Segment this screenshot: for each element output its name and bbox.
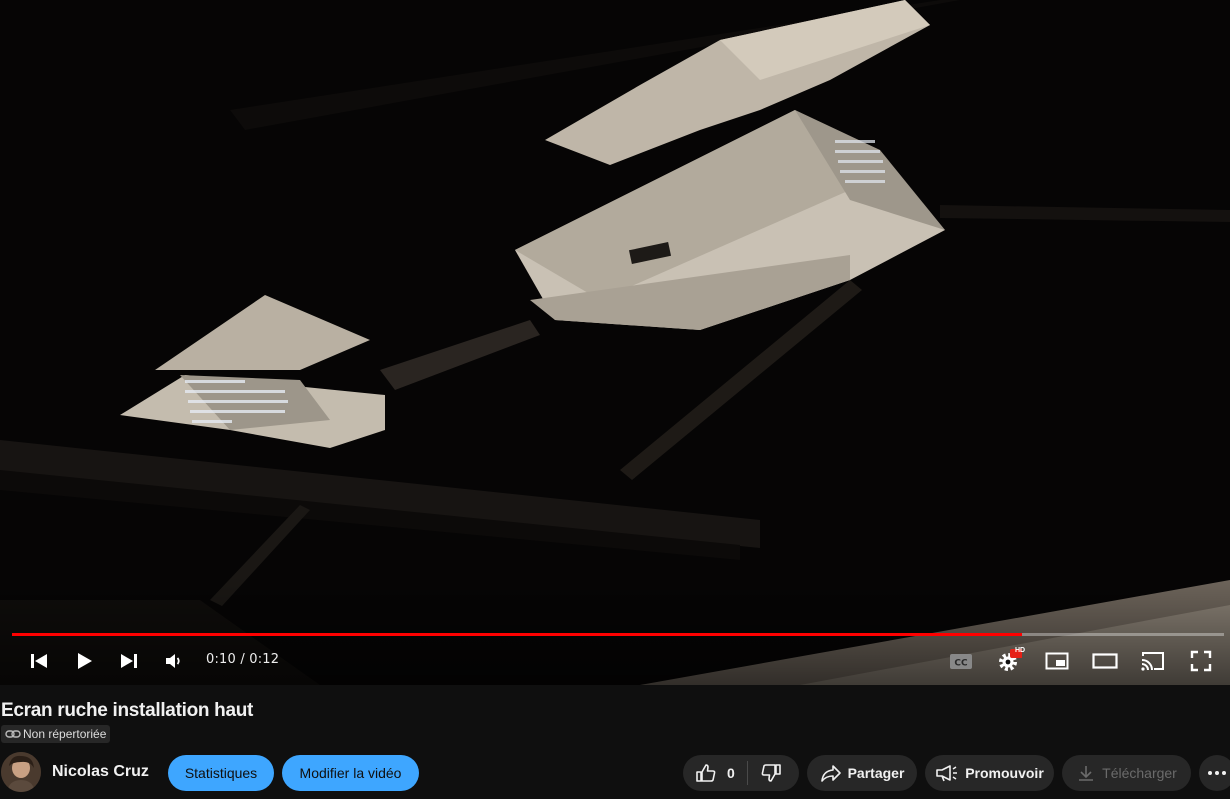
cast-icon: [1141, 652, 1164, 671]
more-horizontal-icon: [1208, 771, 1226, 775]
like-button[interactable]: 0: [695, 762, 735, 784]
svg-text:CC: CC: [954, 659, 968, 669]
like-divider: [746, 761, 748, 785]
fullscreen-icon: [1190, 650, 1212, 672]
progress-bar[interactable]: [12, 633, 1224, 636]
miniplayer-button[interactable]: [1041, 646, 1073, 676]
captions-button[interactable]: CC: [945, 646, 977, 676]
settings-button[interactable]: HD: [993, 646, 1025, 676]
hd-badge: HD: [1015, 647, 1026, 654]
share-button[interactable]: Partager: [807, 755, 917, 791]
statistics-button[interactable]: Statistiques: [168, 755, 274, 791]
play-button[interactable]: [68, 646, 100, 676]
theater-icon: [1092, 653, 1118, 669]
edit-video-label: Modifier la vidéo: [299, 765, 402, 781]
previous-button[interactable]: [23, 646, 55, 676]
statistics-label: Statistiques: [184, 765, 258, 781]
share-icon: [820, 765, 841, 782]
channel-avatar[interactable]: [1, 752, 41, 792]
next-icon: [121, 654, 137, 668]
promote-button[interactable]: Promouvoir: [925, 755, 1054, 791]
download-label: Télécharger: [1102, 765, 1177, 781]
time-display: 0:10 / 0:12: [206, 652, 280, 667]
dislike-button[interactable]: [760, 762, 782, 784]
captions-icon: CC: [950, 654, 972, 669]
megaphone-icon: [936, 765, 958, 782]
progress-fill: [12, 633, 1022, 636]
share-label: Partager: [847, 765, 905, 781]
visibility-badge: Non répertoriée: [1, 725, 111, 743]
next-button[interactable]: [113, 646, 145, 676]
play-icon: [78, 653, 92, 669]
video-player[interactable]: 0:10 / 0:12 CC HD: [0, 0, 1230, 685]
edit-video-button[interactable]: Modifier la vidéo: [282, 755, 419, 791]
visibility-label: Non répertoriée: [23, 727, 107, 741]
fullscreen-button[interactable]: [1185, 646, 1217, 676]
cast-button[interactable]: [1137, 646, 1169, 676]
channel-name[interactable]: Nicolas Cruz: [52, 763, 149, 781]
miniplayer-icon: [1045, 652, 1069, 670]
promote-label: Promouvoir: [965, 765, 1044, 781]
download-icon: [1079, 766, 1094, 781]
like-dislike-group: 0: [683, 755, 799, 791]
theater-button[interactable]: [1089, 646, 1121, 676]
link-icon: [5, 730, 21, 738]
like-count: 0: [727, 765, 735, 781]
previous-icon: [31, 654, 47, 668]
thumbs-down-icon: [761, 764, 781, 782]
download-button[interactable]: Télécharger: [1062, 755, 1191, 791]
avatar-image: [1, 752, 41, 792]
volume-button[interactable]: [158, 646, 190, 676]
thumbs-up-icon: [696, 764, 716, 782]
volume-icon: [166, 654, 180, 668]
more-actions-button[interactable]: [1199, 755, 1230, 791]
video-title: Ecran ruche installation haut: [1, 700, 254, 721]
